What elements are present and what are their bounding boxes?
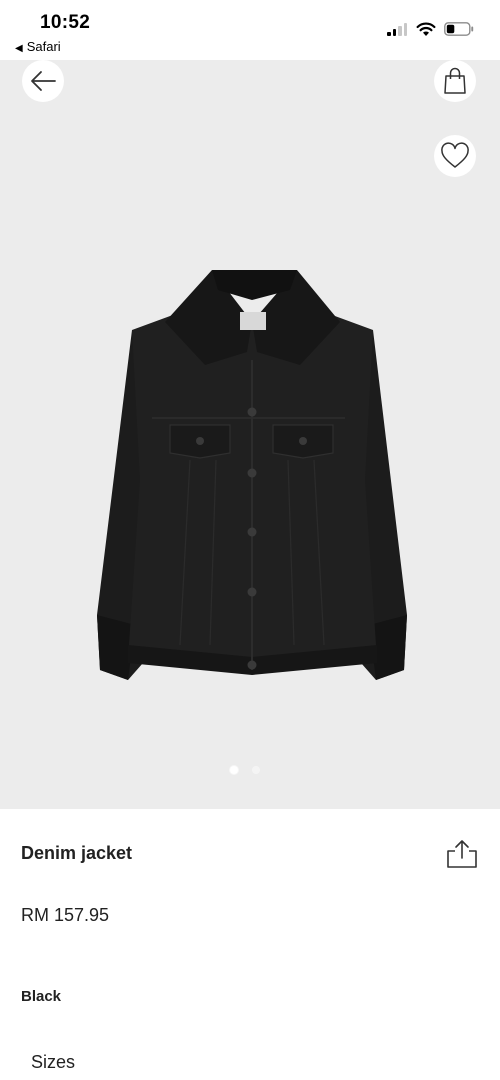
cellular-signal-icon (387, 22, 409, 36)
favorite-button[interactable] (434, 135, 476, 177)
page-dot-1[interactable] (230, 766, 238, 774)
back-to-app-link[interactable]: ◀ Safari (15, 39, 61, 54)
arrow-left-icon (31, 71, 56, 91)
product-price: RM 157.95 (21, 905, 110, 925)
heart-outline-icon (441, 142, 469, 168)
product-page: 10:52 ◀ Safari Denim jacket RM 157.95 Bl… (0, 0, 500, 1080)
gallery-page-indicator (230, 766, 260, 774)
product-color-label: Black (21, 988, 62, 1005)
wifi-icon (416, 22, 436, 36)
back-button[interactable] (22, 60, 64, 102)
sizes-section-label[interactable]: Sizes (31, 1052, 75, 1073)
status-bar: 10:52 ◀ Safari (0, 0, 500, 60)
page-dot-2[interactable] (252, 766, 260, 774)
status-time: 10:52 (40, 12, 91, 33)
product-image (97, 270, 407, 680)
share-icon (447, 840, 477, 868)
share-button[interactable] (444, 838, 480, 870)
back-triangle-icon: ◀ (15, 43, 23, 54)
shopping-bag-button[interactable] (434, 60, 476, 102)
shopping-bag-icon (444, 67, 466, 94)
battery-icon (444, 22, 474, 36)
product-image-gallery[interactable] (0, 60, 500, 809)
product-name: Denim jacket (21, 843, 133, 863)
back-app-label: Safari (26, 39, 61, 54)
